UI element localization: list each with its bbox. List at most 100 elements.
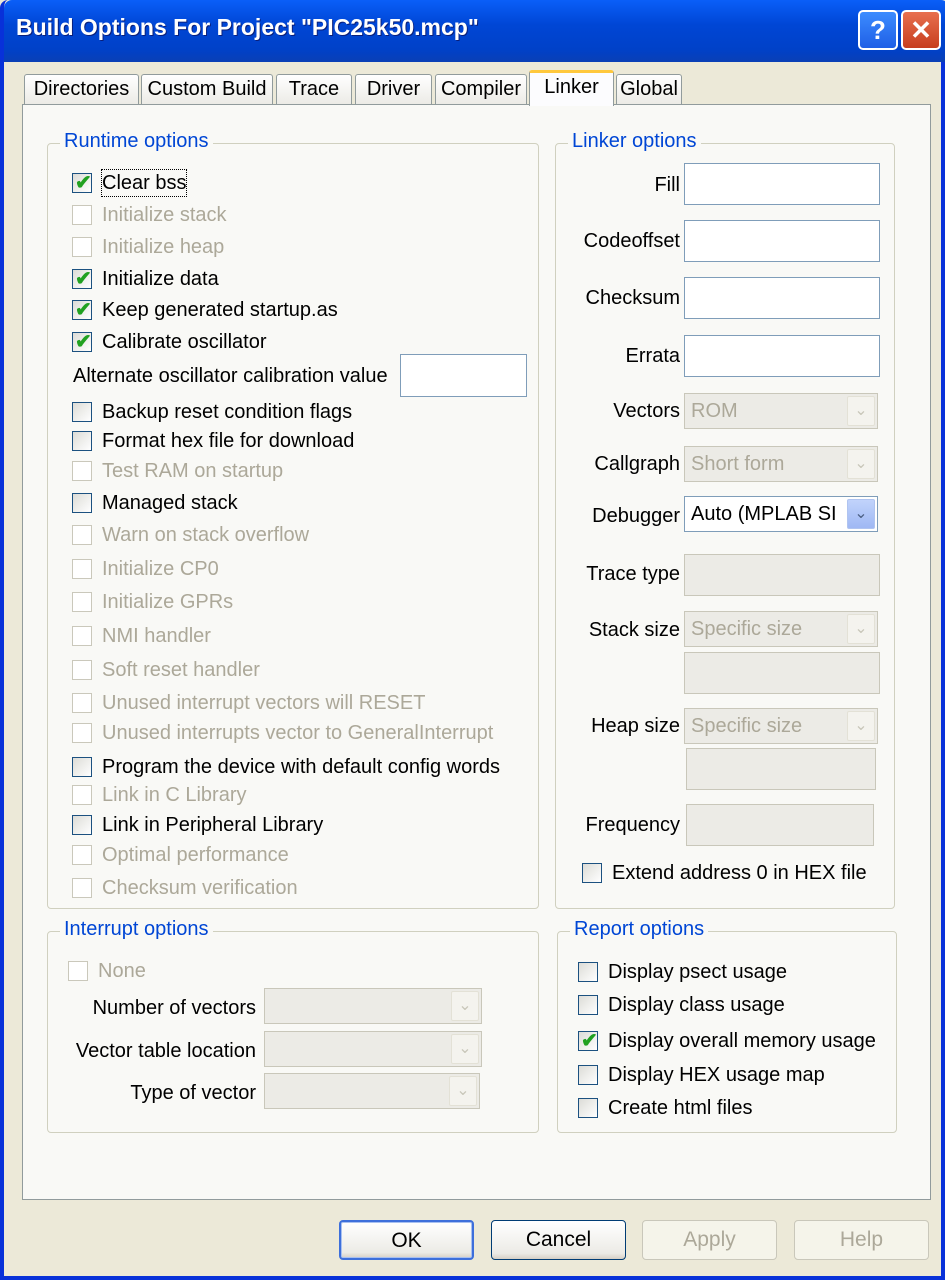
check-icon: ✔: [75, 268, 92, 290]
checkbox-box: [72, 237, 92, 257]
checkbox-label: Initialize heap: [102, 236, 225, 258]
checkbox-label: Program the device with default config w…: [102, 756, 500, 778]
heap-size-value: Specific size: [691, 715, 803, 737]
tab-compiler[interactable]: Compiler: [435, 74, 527, 104]
chevron-down-icon: ⌄: [451, 991, 479, 1021]
checkbox-label: Initialize GPRs: [102, 591, 234, 613]
stack-size-select: Specific size ⌄: [684, 611, 878, 647]
checkbox-box: [72, 559, 92, 579]
tab-trace[interactable]: Trace: [276, 74, 352, 104]
stack-size-value: Specific size: [691, 618, 803, 640]
alt-osc-label: Alternate oscillator calibration value: [73, 365, 388, 387]
checkbox-box: [582, 863, 602, 883]
close-icon: ✕: [910, 15, 932, 45]
runtime-options-group: Runtime options ✔ Clear bss Initialize st…: [47, 130, 539, 909]
title-bar[interactable]: Build Options For Project "PIC25k50.mcp"…: [4, 0, 945, 62]
checkbox-box: [72, 525, 92, 545]
checkbox-label: Keep generated startup.as: [102, 299, 338, 321]
errata-label: Errata: [625, 345, 680, 367]
check-icon: ✔: [75, 172, 92, 194]
checkbox-label: Initialize CP0: [102, 558, 219, 580]
chevron-down-icon: ⌄: [847, 614, 875, 644]
help-title-button[interactable]: ?: [858, 10, 898, 50]
tab-linker[interactable]: Linker: [529, 70, 614, 106]
chevron-down-icon: ⌄: [847, 449, 875, 479]
check-icon: ✔: [581, 1030, 598, 1052]
checkbox-box: ✔: [578, 1030, 598, 1052]
codeoffset-label: Codeoffset: [583, 230, 680, 252]
checkbox-label: Create html files: [608, 1097, 753, 1119]
checkbox-box: [72, 845, 92, 865]
checkbox-box: [72, 626, 92, 646]
heap-size-label: Heap size: [591, 715, 680, 737]
errata-input[interactable]: [684, 335, 880, 377]
apply-button: Apply: [642, 1220, 777, 1260]
checkbox-box: [72, 723, 92, 743]
checkbox-box: [72, 402, 92, 422]
checkbox-box: [72, 815, 92, 835]
runtime-options-legend: Runtime options: [60, 130, 213, 153]
chevron-down-icon: ⌄: [449, 1076, 477, 1106]
linker-tab-panel: Runtime options ✔ Clear bss Initialize st…: [22, 104, 931, 1200]
debugger-select[interactable]: Auto (MPLAB SI ⌄: [684, 496, 878, 532]
chevron-down-icon: ⌄: [847, 499, 875, 529]
callgraph-value: Short form: [691, 453, 785, 475]
trace-type-label: Trace type: [586, 563, 680, 585]
checkbox-label: Unused interrupts vector to GeneralInter…: [102, 722, 494, 744]
tab-directories[interactable]: Directories: [24, 74, 139, 104]
checkbox-label: Display HEX usage map: [608, 1064, 825, 1086]
stack-size-label: Stack size: [588, 619, 680, 641]
fill-label: Fill: [654, 174, 680, 196]
tab-driver[interactable]: Driver: [355, 74, 432, 104]
heap-size-select: Specific size ⌄: [684, 708, 878, 744]
vector-table-select: ⌄: [264, 1031, 482, 1067]
trace-type-input: [684, 554, 880, 596]
checksum-input[interactable]: [684, 277, 880, 319]
chevron-down-icon: ⌄: [847, 711, 875, 741]
checkbox-label: Checksum verification: [102, 877, 298, 899]
checkbox-label: Format hex file for download: [102, 430, 355, 452]
vectors-select: ROM ⌄: [684, 393, 878, 429]
cancel-button[interactable]: Cancel: [491, 1220, 626, 1260]
alt-osc-input[interactable]: [400, 354, 527, 397]
close-title-button[interactable]: ✕: [901, 10, 941, 50]
checkbox-box: [578, 962, 598, 982]
checkbox-box: [72, 205, 92, 225]
debugger-label: Debugger: [592, 505, 680, 527]
checkbox-box: [68, 961, 88, 981]
build-options-window: Build Options For Project "PIC25k50.mcp"…: [0, 0, 945, 1280]
frequency-label: Frequency: [585, 814, 681, 836]
checkbox-box: [72, 693, 92, 713]
callgraph-select: Short form ⌄: [684, 446, 878, 482]
stack-size-input: [684, 652, 880, 694]
checkbox-label: Optimal performance: [102, 844, 289, 866]
codeoffset-input[interactable]: [684, 220, 880, 262]
checkbox-label: Test RAM on startup: [102, 460, 284, 482]
tab-custom-build[interactable]: Custom Build: [141, 74, 273, 104]
fill-input[interactable]: [684, 163, 880, 205]
chevron-down-icon: ⌄: [847, 396, 875, 426]
checkbox-label: Display overall memory usage: [608, 1030, 876, 1052]
checkbox-box: [578, 1098, 598, 1118]
help-button: Help: [794, 1220, 929, 1260]
tab-global[interactable]: Global: [616, 74, 682, 104]
window-title: Build Options For Project "PIC25k50.mcp": [16, 14, 479, 40]
checkbox-box: [72, 878, 92, 898]
checkbox-label: Initialize data: [102, 268, 219, 290]
checkbox-box: [72, 660, 92, 680]
ok-button[interactable]: OK: [339, 1220, 474, 1260]
checkbox-box: [578, 1065, 598, 1085]
interrupt-options-legend: Interrupt options: [60, 918, 213, 941]
checkbox-label: Display class usage: [608, 994, 785, 1016]
checkbox-box: ✔: [72, 331, 92, 353]
checkbox-label: NMI handler: [102, 625, 211, 647]
vector-table-label: Vector table location: [75, 1040, 256, 1062]
checkbox-box: [72, 461, 92, 481]
type-vector-label: Type of vector: [130, 1082, 256, 1104]
checkbox-label: Warn on stack overflow: [102, 524, 310, 546]
chevron-down-icon: ⌄: [451, 1034, 479, 1064]
checkbox-label: Backup reset condition flags: [102, 401, 353, 423]
checkbox-label: Display psect usage: [608, 961, 787, 983]
checkbox-box: ✔: [72, 268, 92, 290]
type-vector-select: ⌄: [264, 1073, 480, 1109]
